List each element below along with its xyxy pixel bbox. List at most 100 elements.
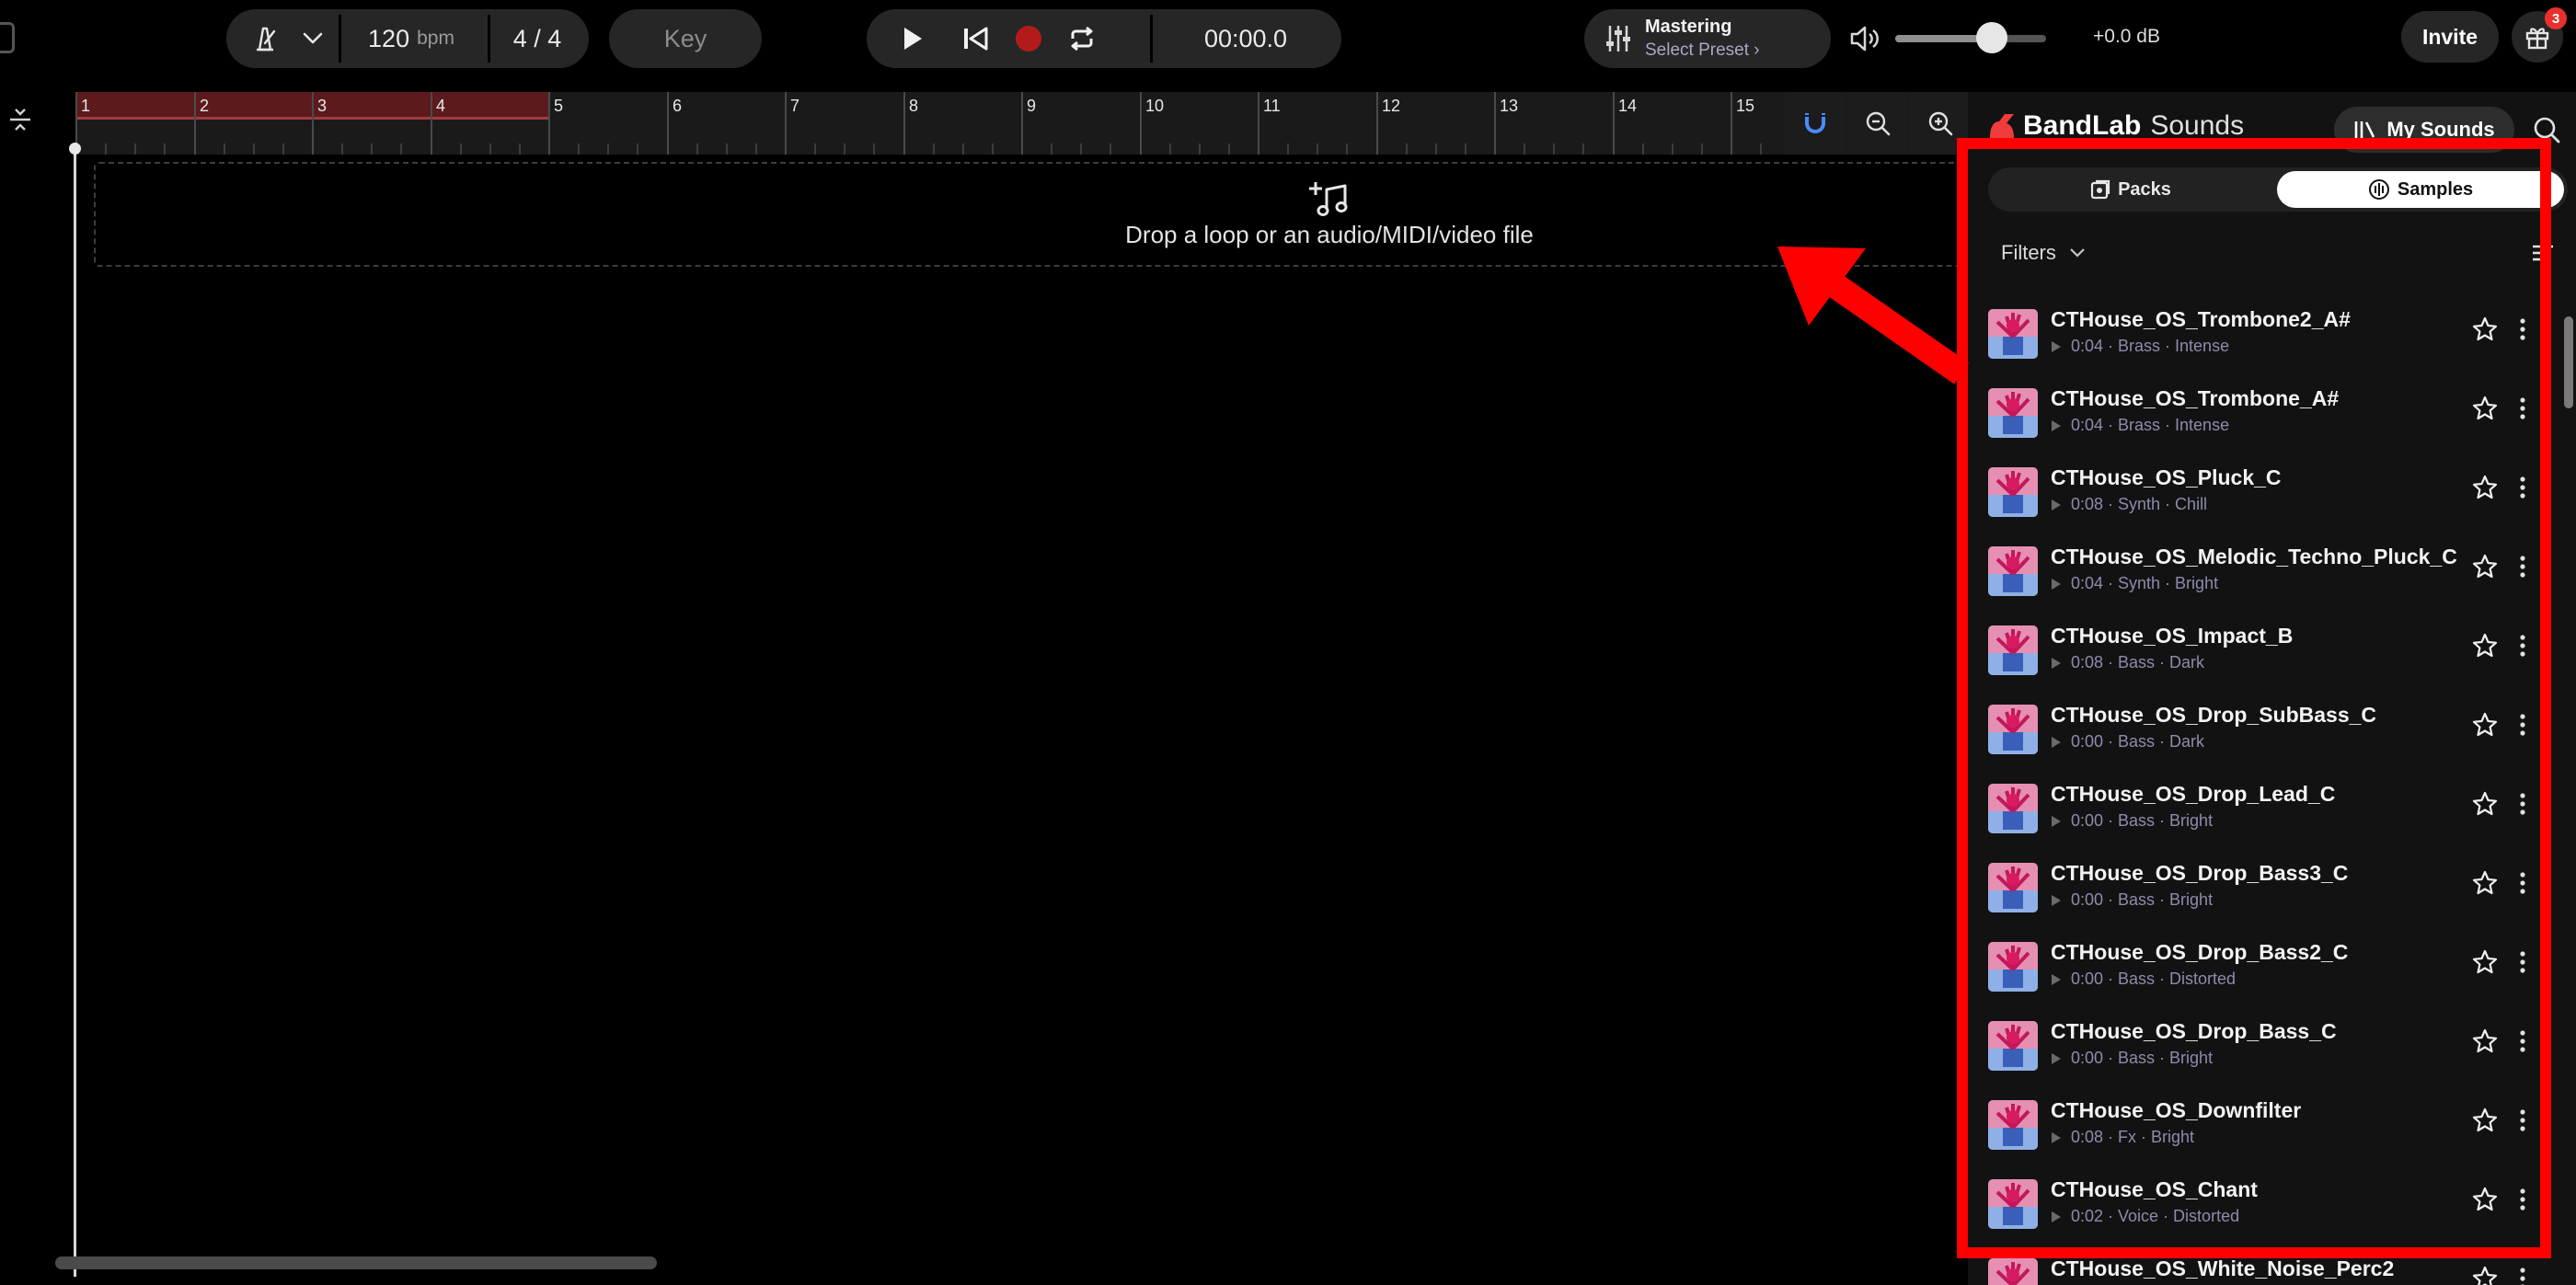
beat-tick (519, 143, 521, 155)
star-icon[interactable] (2472, 633, 2498, 659)
time-signature-field[interactable]: 4 / 4 (491, 9, 583, 68)
sample-title: CTHouse_OS_Chant (2051, 1177, 2258, 1201)
star-icon[interactable] (2472, 1266, 2498, 1285)
star-icon[interactable] (2472, 554, 2498, 579)
timeline-ruler[interactable]: 1 2 3 4 5 6 7 8 9 10 11 12 13 14 15 (75, 92, 1952, 155)
more-options-icon[interactable] (2518, 1028, 2527, 1054)
star-icon[interactable] (2472, 949, 2498, 975)
play-preview-icon[interactable] (2051, 419, 2062, 432)
drop-zone[interactable] (94, 162, 2053, 267)
bar-line (548, 92, 550, 155)
list-item[interactable]: CTHouse_OS_Drop_Bass_C 0:00 · Bass · Brig… (1968, 1014, 2557, 1093)
metronome-button[interactable] (243, 9, 287, 68)
more-options-icon[interactable] (2518, 1107, 2527, 1133)
my-sounds-button[interactable]: My Sounds (2334, 107, 2514, 153)
beat-tick (1701, 143, 1703, 155)
search-icon[interactable] (2533, 116, 2560, 143)
star-icon[interactable] (2472, 870, 2498, 896)
play-button[interactable] (885, 9, 940, 68)
loop-button[interactable] (1054, 9, 1110, 68)
record-button[interactable] (1001, 9, 1056, 68)
key-button[interactable]: Key (609, 9, 762, 68)
snap-button[interactable] (1785, 92, 1846, 155)
sample-meta: 0:08 · Synth · Chill (2071, 495, 2208, 513)
star-icon[interactable] (2472, 396, 2498, 421)
zoom-out-button[interactable] (1847, 92, 1908, 155)
beat-tick (844, 143, 845, 155)
more-options-icon[interactable] (2518, 316, 2527, 342)
more-options-icon[interactable] (2518, 870, 2527, 896)
playhead-handle[interactable] (69, 143, 81, 155)
play-preview-icon[interactable] (2051, 499, 2062, 511)
play-preview-icon[interactable] (2051, 894, 2062, 907)
star-icon[interactable] (2472, 791, 2498, 817)
list-item[interactable]: CTHouse_OS_Melodic_Techno_Pluck_C 0:04 · … (1968, 539, 2557, 618)
more-options-icon[interactable] (2518, 633, 2527, 659)
list-item[interactable]: CTHouse_OS_Drop_Bass2_C 0:00 · Bass · Dis… (1968, 935, 2557, 1014)
speaker-icon[interactable] (1849, 25, 1880, 52)
sample-meta-row: 0:00 · Bass · Distorted (2051, 969, 2236, 989)
list-item[interactable]: CTHouse_OS_White_Noise_Perc2 (1968, 1251, 2557, 1285)
beat-tick (1524, 143, 1525, 155)
sample-artwork (1988, 625, 2038, 675)
list-item[interactable]: CTHouse_OS_Impact_B 0:08 · Bass · Dark (1968, 618, 2557, 697)
beat-tick (282, 143, 284, 155)
metronome-options-button[interactable] (294, 9, 331, 68)
sample-artwork-icon (1988, 309, 2038, 359)
tab-samples[interactable]: Samples (2277, 171, 2564, 208)
star-icon[interactable] (2472, 1187, 2498, 1212)
more-options-icon[interactable] (2518, 396, 2527, 421)
more-options-icon[interactable] (2518, 1266, 2527, 1285)
list-item[interactable]: CTHouse_OS_Trombone_A# 0:04 · Brass · Int… (1968, 381, 2557, 460)
key-label: Key (663, 24, 707, 52)
play-preview-icon[interactable] (2051, 973, 2062, 986)
chevron-down-icon (303, 32, 323, 44)
play-preview-icon[interactable] (2051, 815, 2062, 828)
star-icon[interactable] (2472, 316, 2498, 342)
sort-icon[interactable] (2531, 243, 2555, 263)
volume-slider[interactable] (1895, 35, 2046, 42)
star-icon[interactable] (2472, 475, 2498, 500)
play-preview-icon[interactable] (2051, 340, 2062, 353)
record-icon (1016, 26, 1041, 52)
horizontal-scrollbar[interactable] (55, 1256, 657, 1269)
list-item[interactable]: CTHouse_OS_Chant 0:02 · Voice · Distorted (1968, 1172, 2557, 1251)
more-options-icon[interactable] (2518, 475, 2527, 500)
list-item[interactable]: CTHouse_OS_Downfilter 0:08 · Fx · Bright (1968, 1093, 2557, 1172)
sidebar-toggle-icon[interactable] (0, 22, 15, 53)
star-icon[interactable] (2472, 712, 2498, 738)
list-item[interactable]: CTHouse_OS_Drop_Bass3_C 0:00 · Bass · Bri… (1968, 855, 2557, 935)
gift-icon (2525, 28, 2549, 50)
more-options-icon[interactable] (2518, 554, 2527, 579)
play-preview-icon[interactable] (2051, 1131, 2062, 1144)
play-preview-icon[interactable] (2051, 736, 2062, 749)
track-options-button[interactable] (0, 92, 40, 147)
sample-artwork-icon (1988, 1258, 2038, 1285)
playhead-line[interactable] (74, 145, 76, 1277)
list-item[interactable]: CTHouse_OS_Pluck_C 0:08 · Synth · Chill (1968, 460, 2557, 539)
vertical-scrollbar[interactable] (2564, 316, 2573, 408)
zoom-in-button[interactable] (1910, 92, 1971, 155)
invite-button[interactable]: Invite (2401, 11, 2499, 63)
more-options-icon[interactable] (2518, 791, 2527, 817)
star-icon[interactable] (2472, 1028, 2498, 1054)
more-options-icon[interactable] (2518, 949, 2527, 975)
star-icon[interactable] (2472, 1107, 2498, 1133)
list-item[interactable]: CTHouse_OS_Trombone2_A# 0:04 · Brass · In… (1968, 302, 2557, 381)
beat-tick (1760, 143, 1762, 155)
more-options-icon[interactable] (2518, 1187, 2527, 1212)
volume-slider-handle[interactable] (1976, 22, 2007, 53)
play-preview-icon[interactable] (2051, 657, 2062, 670)
tab-packs[interactable]: Packs (1992, 171, 2270, 208)
rewind-button[interactable] (948, 9, 1003, 68)
mastering-button[interactable]: Mastering Select Preset › (1584, 9, 1831, 68)
list-item[interactable]: CTHouse_OS_Drop_Lead_C 0:00 · Bass · Brig… (1968, 776, 2557, 855)
filters-dropdown[interactable]: Filters (2001, 241, 2086, 265)
list-item[interactable]: CTHouse_OS_Drop_SubBass_C 0:00 · Bass · D… (1968, 697, 2557, 776)
play-preview-icon[interactable] (2051, 1210, 2062, 1223)
play-preview-icon[interactable] (2051, 578, 2062, 591)
filters-label: Filters (2001, 241, 2056, 264)
tempo-field[interactable]: 120 bpm (342, 9, 480, 68)
more-options-icon[interactable] (2518, 712, 2527, 738)
play-preview-icon[interactable] (2051, 1052, 2062, 1065)
